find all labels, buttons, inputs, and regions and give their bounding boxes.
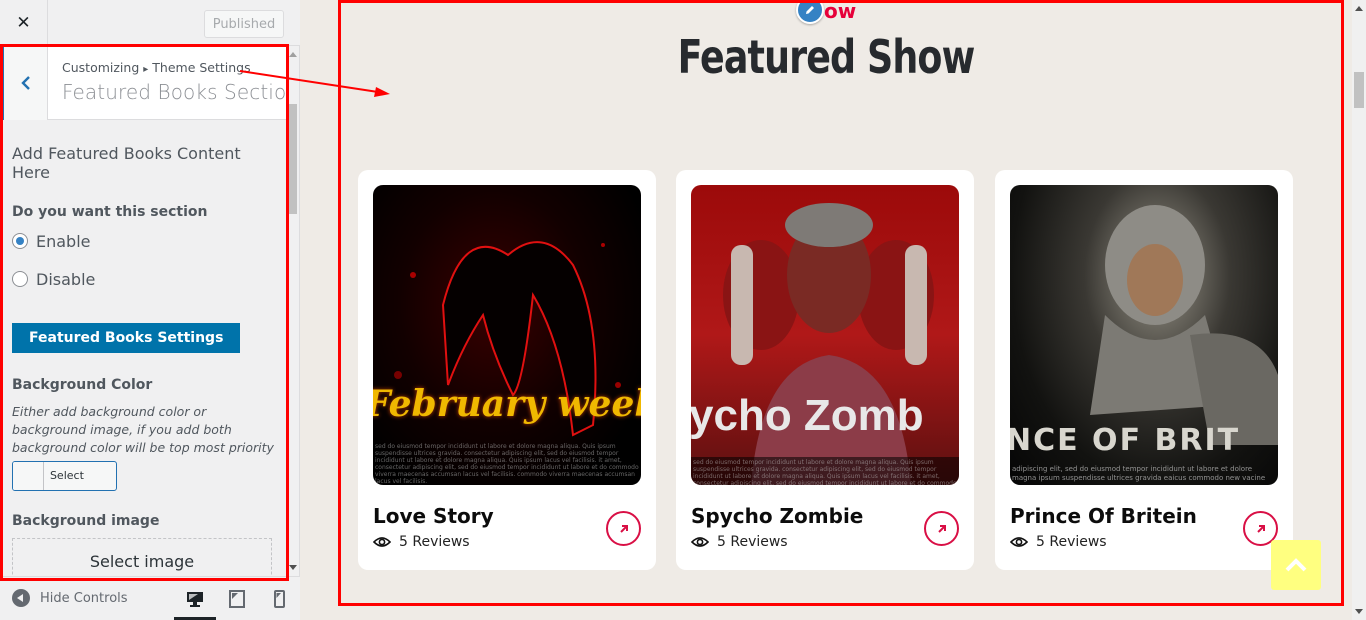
card-title[interactable]: Love Story [373, 504, 494, 528]
breadcrumb-root: Customizing [62, 60, 140, 75]
enable-section-label: Do you want this section [12, 204, 208, 220]
bg-image-label: Background image [12, 513, 160, 529]
hide-controls-button[interactable]: Hide Controls [12, 589, 128, 607]
breadcrumb-parent: Theme Settings [152, 60, 251, 75]
arrow-up-right-icon [1256, 524, 1265, 533]
eye-icon [1010, 537, 1028, 547]
section-description: Add Featured Books Content Here [12, 144, 241, 182]
show-card[interactable]: ycho Zomb sed do eiusmod tempor incididu… [676, 170, 974, 570]
back-button[interactable] [0, 46, 48, 120]
chevron-up-icon [1285, 558, 1307, 572]
select-image-button[interactable]: Select image [12, 538, 272, 576]
reviews-count: 5 Reviews [1036, 534, 1107, 550]
radio-button[interactable] [12, 233, 28, 249]
radio-label: Disable [36, 269, 96, 289]
bg-color-label: Background Color [12, 377, 153, 393]
card-reviews: 5 Reviews [1010, 534, 1107, 550]
pencil-icon [806, 6, 814, 14]
poster-artwork [394, 241, 621, 437]
customizer-footer: Hide Controls [0, 576, 300, 620]
customizer-header: ✕ Published [0, 0, 300, 46]
chevron-left-icon [20, 76, 30, 90]
collapse-icon [12, 589, 30, 607]
section-header: Customizing ▸ Theme Settings Featured Bo… [0, 46, 288, 120]
color-swatch [13, 462, 44, 490]
show-card[interactable]: NCE OF BRIT adipiscing elit, sed do eius… [995, 170, 1293, 570]
card-reviews: 5 Reviews [373, 534, 470, 550]
section-title: Featured Books Section [62, 80, 288, 104]
close-customizer-button[interactable]: ✕ [0, 0, 48, 46]
select-color-label: Select Color [49, 469, 84, 482]
section-eyebrow: ow [824, 0, 857, 23]
scroll-up-arrow-icon[interactable] [289, 52, 297, 57]
poster-title-text: NCE OF BRIT [1010, 423, 1241, 458]
close-icon: ✕ [16, 13, 31, 33]
arrow-up-right-icon [937, 524, 946, 533]
open-show-button[interactable] [924, 511, 959, 546]
desktop-preview-icon[interactable] [186, 590, 204, 608]
breadcrumb: Customizing ▸ Theme Settings [62, 60, 251, 75]
poster-image[interactable]: ycho Zomb sed do eiusmod tempor incididu… [691, 185, 959, 485]
scroll-down-arrow-icon[interactable] [1355, 609, 1363, 614]
section-controls: Add Featured Books Content Here Do you w… [12, 120, 274, 576]
reviews-count: 5 Reviews [399, 534, 470, 550]
poster-fine-print: sed do eiusmod tempor incididunt ut labo… [375, 443, 639, 485]
customizer-sidebar: ✕ Published Customizing ▸ Theme Settings… [0, 0, 300, 620]
section-heading: Featured Show [677, 30, 976, 84]
scroll-up-arrow-icon[interactable] [1355, 6, 1363, 11]
radio-label: Enable [36, 231, 91, 251]
poster-fine-print: adipiscing elit, sed do eiusmod tempor i… [1012, 465, 1266, 485]
select-color-button[interactable]: Select Color [12, 461, 117, 491]
eye-icon [373, 537, 391, 547]
radio-button[interactable] [12, 271, 28, 287]
open-show-button[interactable] [606, 511, 641, 546]
radio-enable[interactable]: Enable [12, 222, 274, 260]
poster-fine-print: sed do eiusmod tempor incididunt ut labo… [691, 457, 959, 485]
card-reviews: 5 Reviews [691, 534, 788, 550]
preview-scrollbar[interactable] [1352, 0, 1366, 620]
preview-scrollbar-thumb[interactable] [1354, 72, 1364, 108]
bg-color-description: Either add background color or backgroun… [12, 404, 274, 455]
publish-button[interactable]: Published [204, 10, 284, 38]
poster-image[interactable]: February week sed do eiusmod tempor inci… [373, 185, 641, 485]
mobile-preview-icon[interactable] [270, 590, 288, 608]
reviews-count: 5 Reviews [717, 534, 788, 550]
poster-image[interactable]: NCE OF BRIT adipiscing elit, sed do eius… [1010, 185, 1278, 485]
show-card[interactable]: February week sed do eiusmod tempor inci… [358, 170, 656, 570]
featured-books-settings-button[interactable]: Featured Books Settings [12, 323, 241, 353]
breadcrumb-separator: ▸ [143, 64, 149, 75]
hide-controls-label: Hide Controls [40, 590, 128, 606]
panel-scrollbar-thumb[interactable] [289, 104, 297, 214]
section-panel: Customizing ▸ Theme Settings Featured Bo… [0, 46, 288, 576]
poster-title-text: February week [373, 383, 641, 425]
scroll-down-arrow-icon[interactable] [289, 565, 297, 570]
card-title[interactable]: Spycho Zombie [691, 504, 863, 528]
card-title[interactable]: Prince Of Britein [1010, 504, 1197, 528]
radio-disable[interactable]: Disable [12, 260, 274, 298]
poster-title-text: ycho Zomb [691, 391, 924, 440]
eye-icon [691, 537, 709, 547]
back-to-top-button[interactable] [1271, 540, 1321, 590]
tablet-preview-icon[interactable] [228, 590, 246, 608]
panel-scrollbar[interactable] [288, 46, 298, 576]
arrow-up-right-icon [619, 524, 628, 533]
